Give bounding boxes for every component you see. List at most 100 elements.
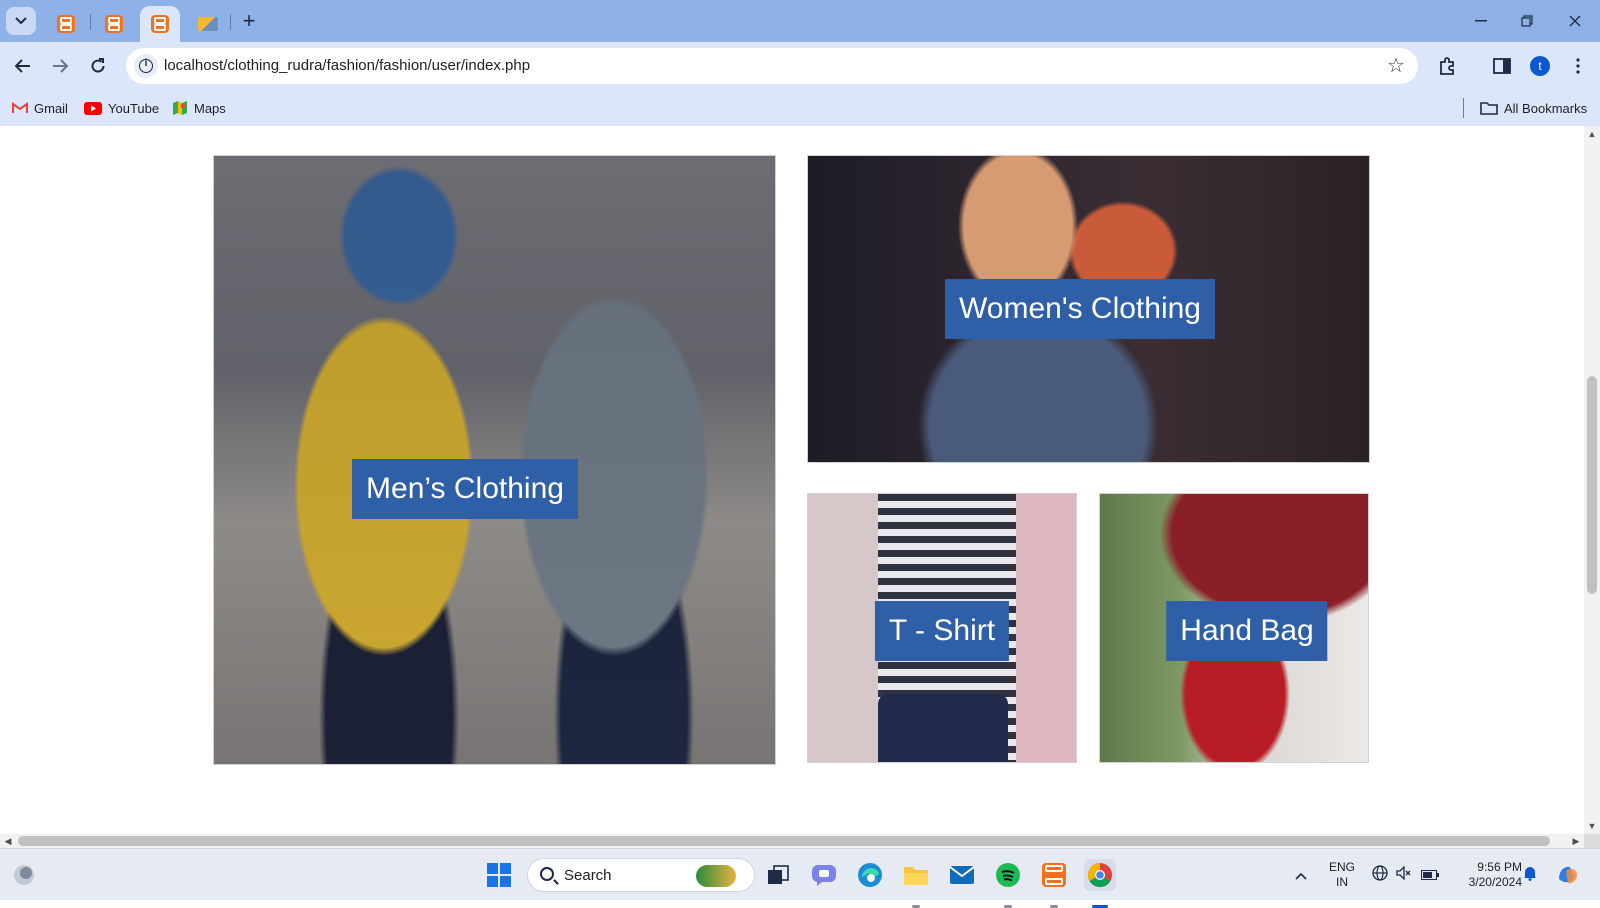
scroll-down-arrow-icon[interactable]: ▼ bbox=[1584, 818, 1600, 834]
bookmark-youtube[interactable]: YouTube bbox=[84, 98, 159, 118]
network-icon[interactable] bbox=[1370, 865, 1390, 885]
chrome-icon bbox=[1087, 863, 1112, 888]
horizontal-scrollbar[interactable]: ◀ ▶ bbox=[0, 834, 1584, 848]
tab-3-active[interactable] bbox=[140, 6, 180, 42]
bookmark-maps[interactable]: Maps bbox=[172, 98, 226, 118]
chevron-up-icon bbox=[1295, 872, 1307, 880]
start-button[interactable] bbox=[483, 859, 515, 891]
teams-chat-app[interactable] bbox=[808, 859, 840, 891]
category-label[interactable]: Men’s Clothing bbox=[352, 459, 578, 519]
time: 9:56 PM bbox=[1477, 860, 1522, 874]
youtube-icon bbox=[84, 101, 102, 115]
avatar: t bbox=[1530, 56, 1550, 76]
language-indicator[interactable]: ENG IN bbox=[1326, 849, 1358, 901]
tab-search-button[interactable] bbox=[6, 7, 36, 35]
category-hand-bag[interactable]: Hand Bag bbox=[1099, 493, 1369, 763]
minimize-button[interactable] bbox=[1466, 10, 1496, 32]
close-icon bbox=[1569, 15, 1581, 27]
folder-icon bbox=[1480, 102, 1498, 115]
copilot-button[interactable] bbox=[1556, 863, 1580, 887]
kebab-menu-icon bbox=[1576, 58, 1580, 74]
arrow-right-icon bbox=[53, 59, 68, 73]
tab-strip: + bbox=[0, 0, 1600, 42]
site-info-button[interactable] bbox=[134, 54, 158, 78]
date: 3/20/2024 bbox=[1468, 875, 1522, 889]
xampp-app[interactable] bbox=[1038, 859, 1070, 908]
gmail-icon bbox=[12, 102, 28, 113]
bookmark-gmail[interactable]: Gmail bbox=[12, 98, 68, 118]
all-bookmarks-button[interactable]: All Bookmarks bbox=[1480, 98, 1587, 118]
tab-1[interactable] bbox=[46, 6, 86, 42]
globe-icon bbox=[1372, 865, 1388, 881]
vertical-scroll-thumb[interactable] bbox=[1587, 376, 1597, 594]
tile-image-part bbox=[808, 494, 878, 762]
horizontal-scroll-thumb[interactable] bbox=[18, 836, 1550, 846]
tile-image-part bbox=[878, 694, 1008, 762]
category-mens-clothing[interactable]: Men’s Clothing bbox=[213, 155, 776, 765]
back-button[interactable] bbox=[9, 52, 37, 80]
task-view-button[interactable] bbox=[762, 859, 794, 891]
url-text[interactable]: localhost/clothing_rudra/fashion/fashion… bbox=[164, 48, 530, 84]
mail-icon bbox=[949, 866, 975, 884]
category-label[interactable]: Women's Clothing bbox=[945, 279, 1215, 339]
xampp-icon bbox=[105, 15, 123, 33]
side-panel-icon bbox=[1493, 58, 1511, 74]
bell-icon bbox=[1524, 867, 1536, 881]
edge-icon bbox=[858, 863, 882, 887]
file-explorer-app[interactable] bbox=[900, 859, 932, 908]
xampp-icon bbox=[57, 15, 75, 33]
category-label[interactable]: T - Shirt bbox=[874, 601, 1010, 661]
reload-button[interactable] bbox=[84, 52, 112, 80]
restore-button[interactable] bbox=[1512, 10, 1542, 32]
phpmyadmin-icon bbox=[198, 17, 218, 31]
bookmark-star-icon[interactable]: ☆ bbox=[1384, 54, 1408, 78]
weather-widget-icon bbox=[14, 865, 34, 885]
search-icon bbox=[540, 867, 554, 881]
folder-icon bbox=[904, 867, 928, 885]
taskbar: Search ENG IN 9:56 PM 3/20/2024 bbox=[0, 848, 1600, 908]
notifications-button[interactable] bbox=[1520, 865, 1540, 885]
spotify-icon bbox=[996, 863, 1020, 887]
task-view-icon bbox=[768, 865, 789, 884]
scroll-right-arrow-icon[interactable]: ▶ bbox=[1568, 833, 1584, 849]
scrollbar-corner bbox=[1584, 834, 1600, 848]
battery-icon[interactable] bbox=[1420, 865, 1440, 885]
category-label[interactable]: Hand Bag bbox=[1166, 601, 1328, 661]
side-panel-button[interactable] bbox=[1488, 52, 1516, 80]
tab-4[interactable] bbox=[188, 6, 228, 42]
browser-menu-button[interactable] bbox=[1564, 52, 1592, 80]
new-tab-button[interactable]: + bbox=[236, 8, 262, 34]
scroll-left-arrow-icon[interactable]: ◀ bbox=[0, 833, 16, 849]
bookmark-label: Gmail bbox=[34, 100, 68, 116]
scroll-up-arrow-icon[interactable]: ▲ bbox=[1584, 126, 1600, 142]
profile-button[interactable]: t bbox=[1526, 52, 1554, 80]
chrome-app[interactable] bbox=[1084, 859, 1116, 908]
bookmark-label: Maps bbox=[194, 100, 226, 116]
address-bar[interactable]: localhost/clothing_rudra/fashion/fashion… bbox=[126, 48, 1418, 84]
xampp-icon bbox=[151, 15, 169, 33]
language-code: ENG bbox=[1328, 860, 1355, 874]
forward-button[interactable] bbox=[46, 52, 74, 80]
bookmark-label: YouTube bbox=[108, 100, 160, 116]
spotify-app[interactable] bbox=[992, 859, 1024, 908]
chat-icon bbox=[812, 865, 836, 886]
edge-app[interactable] bbox=[854, 859, 886, 891]
mail-app[interactable] bbox=[946, 859, 978, 891]
minimize-icon bbox=[1475, 20, 1487, 22]
taskbar-search[interactable]: Search bbox=[527, 858, 755, 892]
extensions-button[interactable] bbox=[1434, 52, 1462, 80]
all-bookmarks-label: All Bookmarks bbox=[1504, 100, 1588, 116]
show-hidden-icons-button[interactable] bbox=[1291, 865, 1311, 885]
widgets-button[interactable] bbox=[8, 859, 40, 891]
volume-muted-icon[interactable] bbox=[1394, 865, 1414, 885]
close-window-button[interactable] bbox=[1560, 10, 1590, 32]
chevron-down-icon bbox=[15, 17, 27, 25]
clock[interactable]: 9:56 PM 3/20/2024 bbox=[1452, 849, 1522, 901]
puzzle-icon bbox=[1440, 57, 1454, 75]
bookmarks-separator bbox=[1463, 98, 1464, 118]
category-womens-clothing[interactable]: Women's Clothing bbox=[807, 155, 1370, 463]
vertical-scrollbar[interactable]: ▲ ▼ bbox=[1584, 126, 1600, 834]
tab-2[interactable] bbox=[94, 6, 134, 42]
category-t-shirt[interactable]: T - Shirt bbox=[807, 493, 1077, 763]
tab-separator bbox=[230, 14, 231, 30]
